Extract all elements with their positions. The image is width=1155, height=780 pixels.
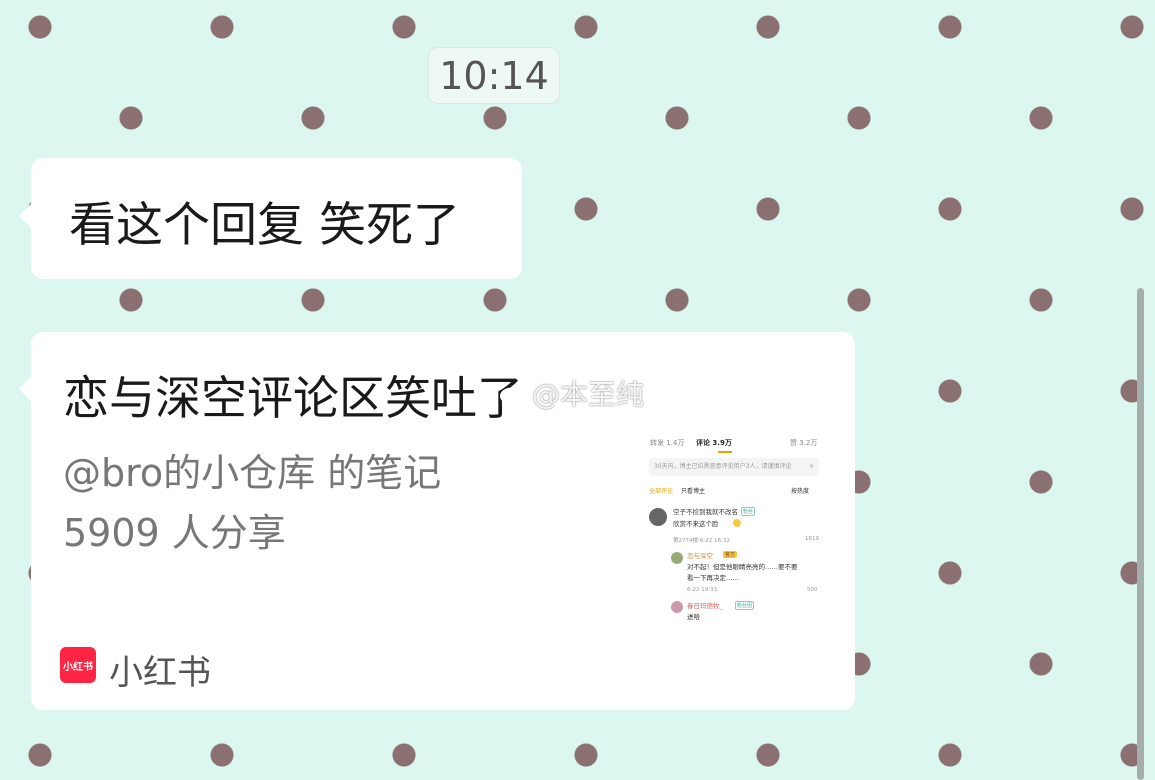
fan-tag: 粉丝 (741, 507, 756, 516)
fan-tag: 粉丝团 (735, 601, 755, 610)
avatar (671, 601, 683, 613)
card-title: 恋与深空评论区笑吐了 (63, 371, 523, 425)
thumbnail-filter-hot: 按热度 (791, 488, 810, 495)
comment-author: 空子不捡到我就不改名 (673, 508, 738, 516)
active-tab-underline (718, 451, 732, 453)
card-share-count: 5909 人分享 (63, 511, 286, 555)
comment-author: 恋与深空 (687, 552, 713, 560)
shared-note-card[interactable]: 恋与深空评论区笑吐了 @bro的小仓库 的笔记 5909 人分享 转发 1.4万… (19, 332, 855, 710)
comment-author: 春日玛德牧_ (687, 602, 723, 610)
thumbnail-tabs: 转发 1.4万 评论 3.9万 赞 3.2万 (650, 438, 825, 453)
comment-meta: 第2774楼 6-22 18:32 (673, 538, 730, 544)
scrollbar[interactable] (1137, 288, 1144, 780)
thumbnail-filter-all: 全部评论 (649, 488, 674, 495)
comment-text: 进哈 (687, 613, 700, 620)
card-author: @bro的小仓库 的笔记 (63, 451, 442, 495)
message-timestamp: 10:14 (428, 47, 560, 104)
emoji-icon (733, 519, 741, 527)
weibo-watermark: @本至纯 (500, 373, 644, 413)
thumbnail-tab-repost: 转发 1.4万 (650, 439, 685, 447)
message-bubble[interactable]: 看这个回复 笑死了 (19, 158, 522, 279)
thumbnail-notice-text: 30天内，博主已拉黑恶意评论用户3人，请谨慎评论 (654, 463, 792, 470)
chat-background: 10:14 看这个回复 笑死了 恋与深空评论区笑吐了 @bro的小仓库 的笔记 … (0, 0, 1155, 780)
comment-text: 对不起！但是他眼睛亮亮的……要不要 (687, 563, 798, 571)
avatar (671, 552, 683, 564)
comment-meta: 6-22 19:33 (687, 587, 718, 593)
weibo-icon (500, 384, 526, 405)
thumbnail-notice: 30天内，博主已拉黑恶意评论用户3人，请谨慎评论 × (649, 458, 819, 476)
comment-likes: 500 (807, 587, 818, 593)
bubble-tail (19, 376, 32, 402)
comment-text: 欣赏不来这个脸 (673, 520, 719, 528)
avatar (649, 508, 667, 526)
message-text: 看这个回复 笑死了 (69, 198, 460, 253)
bubble-tail (19, 203, 32, 229)
xiaohongshu-logo-icon: 小红书 (60, 647, 96, 683)
card-thumbnail: 转发 1.4万 评论 3.9万 赞 3.2万 30天内，博主已拉黑恶意评论用户3… (645, 430, 825, 620)
comment-text: 看一下再决定…… (687, 574, 739, 582)
close-icon: × (808, 463, 814, 470)
card-source-name: 小红书 (109, 653, 211, 693)
watermark-text: @本至纯 (532, 378, 645, 411)
official-badge: 官方 (723, 551, 738, 558)
comment-likes: 1619 (805, 536, 819, 542)
thumbnail-tab-likes: 赞 3.2万 (790, 439, 818, 447)
thumbnail-tab-comments: 评论 3.9万 (696, 439, 732, 447)
thumbnail-filter-blogger: 只看博主 (681, 488, 706, 495)
